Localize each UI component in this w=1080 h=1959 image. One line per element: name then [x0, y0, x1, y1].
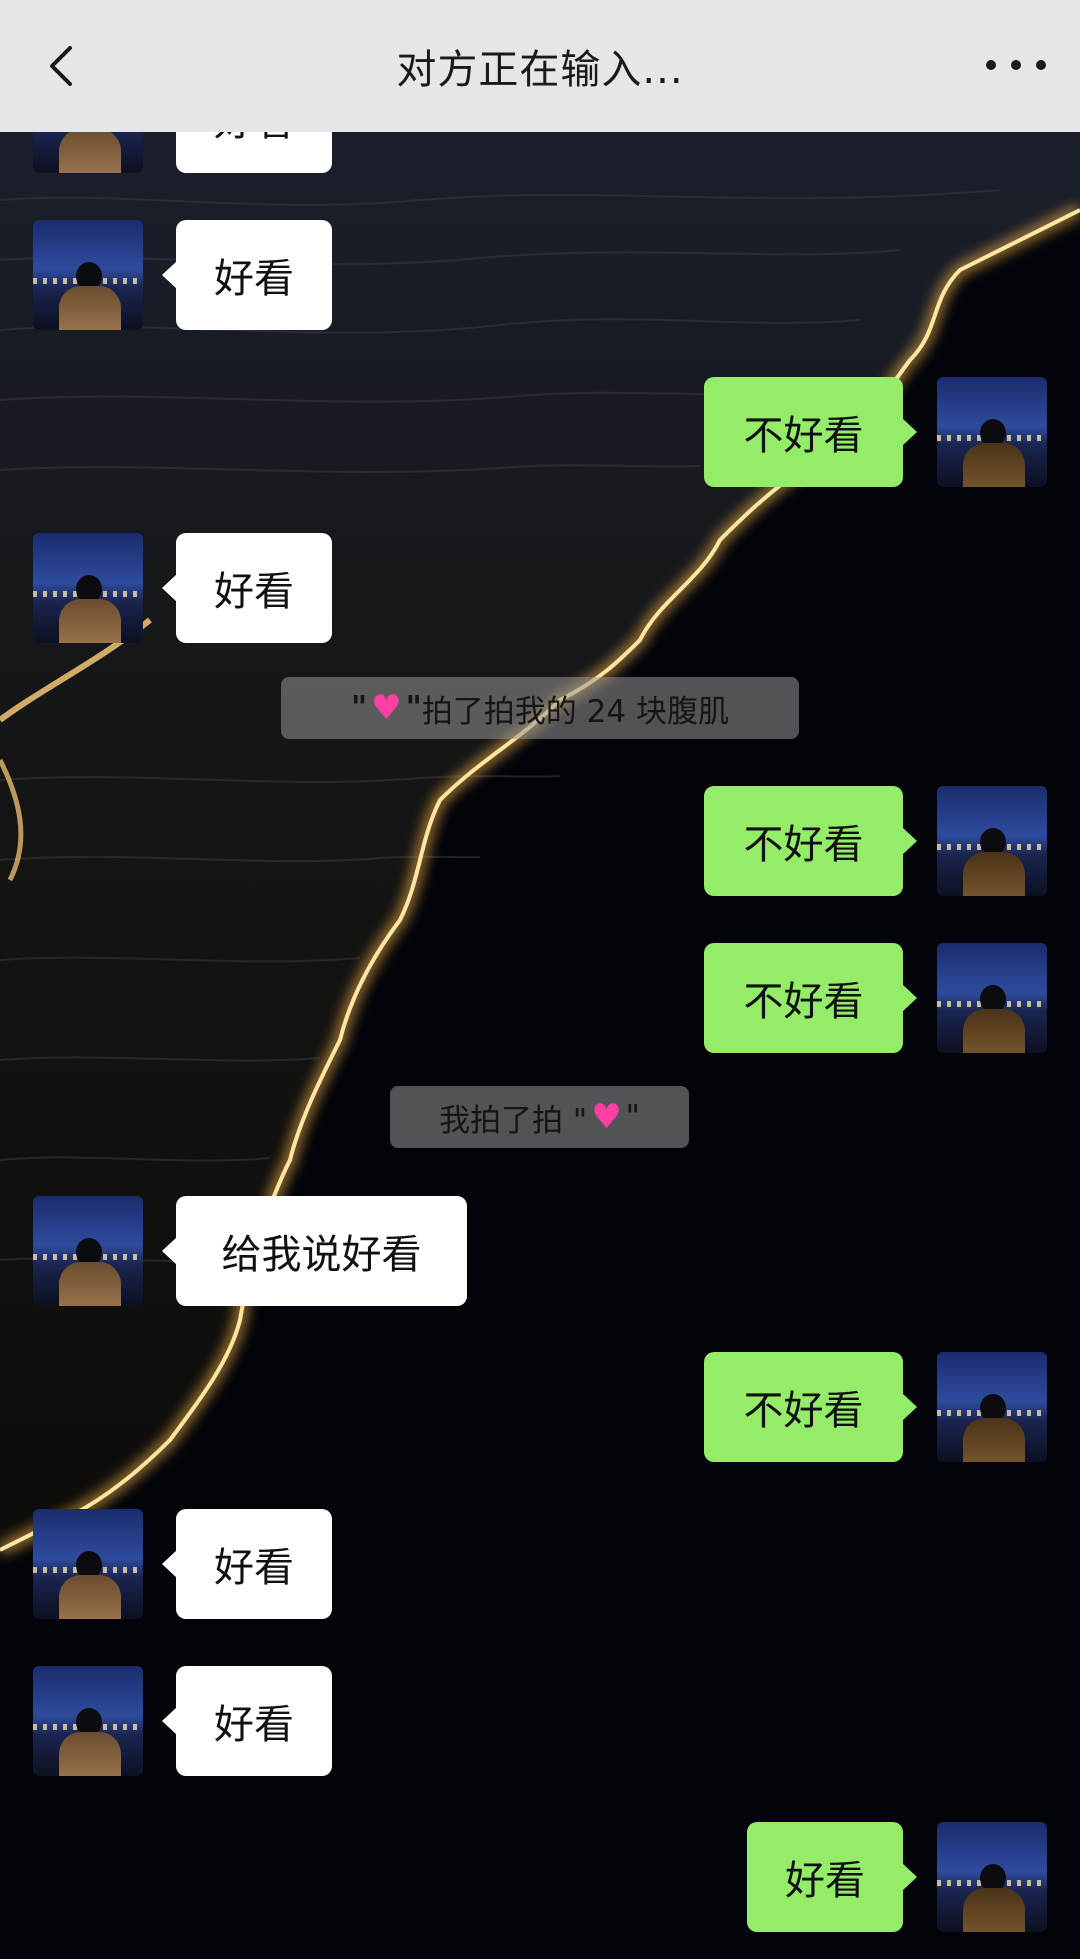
- message-row: 好看: [0, 533, 1080, 643]
- self-avatar[interactable]: [937, 1822, 1047, 1932]
- system-notice-pat: " ♥ " 拍了拍我的 24 块腹肌: [281, 677, 799, 739]
- message-row: 好看: [0, 1666, 1080, 1776]
- message-bubble[interactable]: 不好看: [704, 786, 917, 896]
- message-row: 好看: [0, 1509, 1080, 1619]
- message-bubble[interactable]: 好看: [162, 533, 332, 643]
- message-row: 不好看: [0, 943, 1080, 1053]
- contact-avatar[interactable]: [33, 220, 143, 330]
- message-row: 好看: [0, 220, 1080, 330]
- message-row: 不好看: [0, 377, 1080, 487]
- chat-title: 对方正在输入...: [396, 47, 684, 93]
- contact-avatar[interactable]: [33, 1509, 143, 1619]
- self-avatar[interactable]: [937, 377, 1047, 487]
- message-bubble[interactable]: 不好看: [704, 943, 917, 1053]
- back-arrow-icon[interactable]: [38, 42, 86, 90]
- message-bubble[interactable]: 不好看: [704, 1352, 917, 1462]
- chat-header: 对方正在输入...: [0, 0, 1080, 132]
- message-bubble[interactable]: 好看: [162, 1666, 332, 1776]
- system-notice-pat: 我拍了拍 " ♥ ": [390, 1086, 689, 1148]
- message-row: 好看: [0, 1822, 1080, 1932]
- message-bubble[interactable]: 好看: [162, 220, 332, 330]
- message-row: 不好看: [0, 1352, 1080, 1462]
- contact-avatar[interactable]: [33, 1196, 143, 1306]
- message-list[interactable]: 好看 好看 不好看 好看 " ♥ " 拍了拍我的 24 块腹肌 不好看 不好看 …: [0, 0, 1080, 1959]
- message-bubble[interactable]: 给我说好看: [162, 1196, 467, 1306]
- message-row: 不好看: [0, 786, 1080, 896]
- contact-avatar[interactable]: [33, 533, 143, 643]
- message-row: 给我说好看: [0, 1196, 1080, 1306]
- more-options-icon[interactable]: [986, 50, 1046, 80]
- message-bubble[interactable]: 好看: [162, 1509, 332, 1619]
- contact-avatar[interactable]: [33, 1666, 143, 1776]
- self-avatar[interactable]: [937, 786, 1047, 896]
- self-avatar[interactable]: [937, 943, 1047, 1053]
- message-bubble[interactable]: 不好看: [704, 377, 917, 487]
- pink-heart-icon: ♥: [591, 1097, 622, 1137]
- message-bubble[interactable]: 好看: [747, 1822, 917, 1932]
- self-avatar[interactable]: [937, 1352, 1047, 1462]
- pink-heart-icon: ♥: [371, 688, 402, 728]
